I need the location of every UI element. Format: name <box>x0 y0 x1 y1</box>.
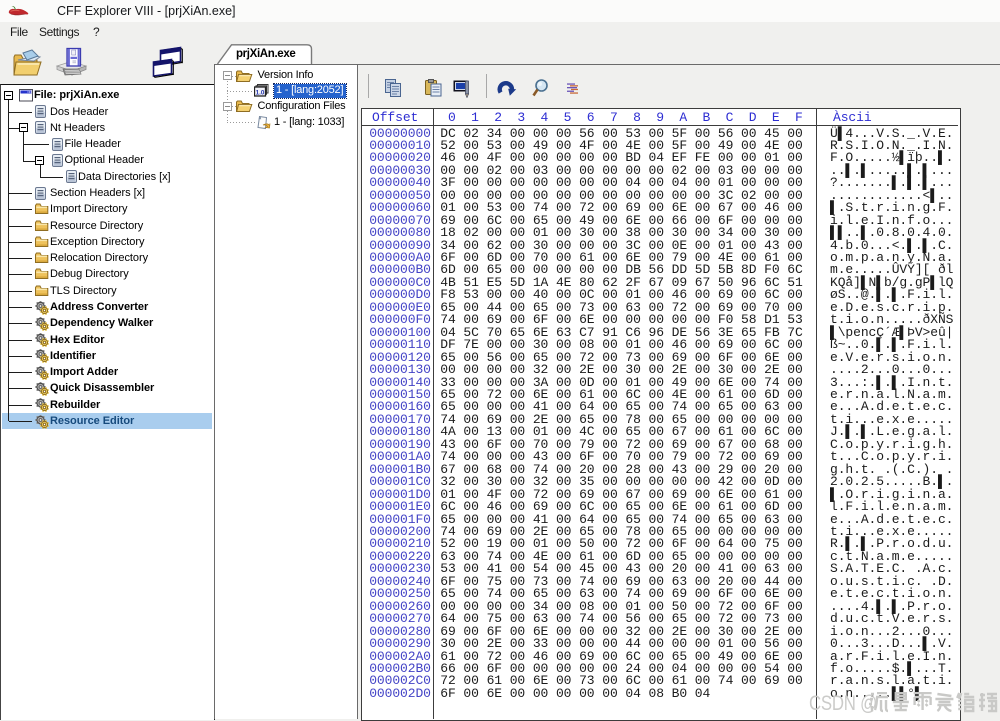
svg-text:1.0: 1.0 <box>256 90 265 97</box>
